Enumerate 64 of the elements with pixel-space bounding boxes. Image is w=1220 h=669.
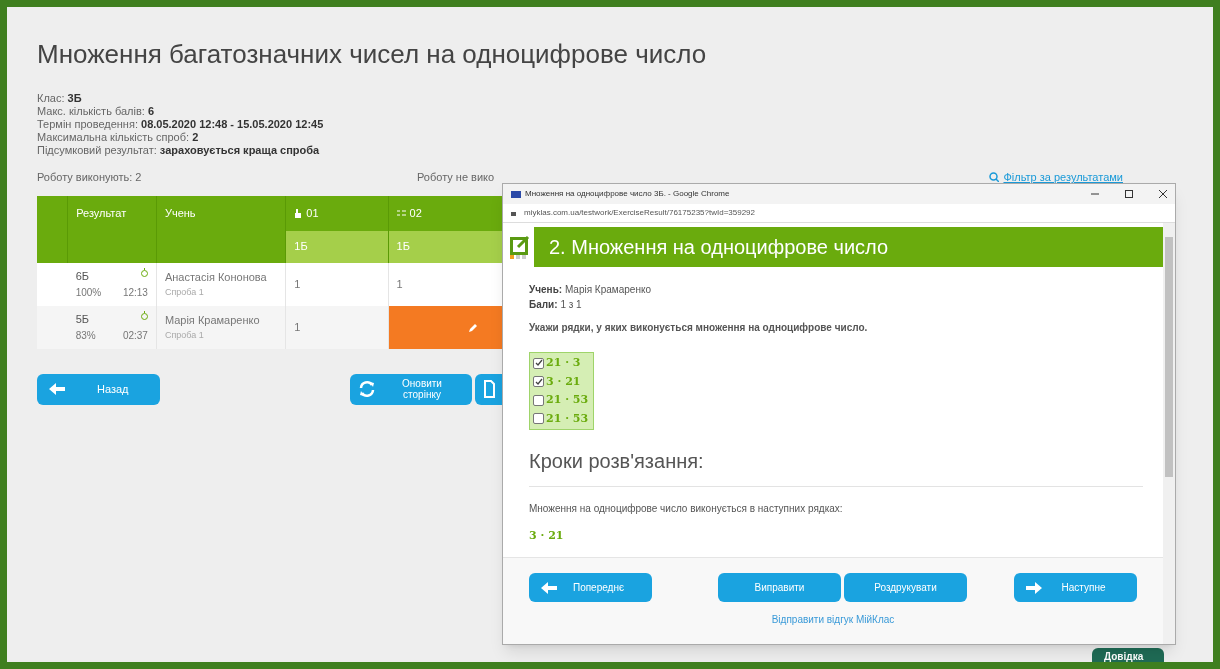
next-button[interactable]: Наступне: [1014, 573, 1137, 602]
checkbox[interactable]: [533, 376, 544, 388]
search-icon: [989, 172, 1000, 183]
points-header: 1Б: [285, 230, 388, 263]
option-label: 21 · 53: [546, 410, 590, 427]
maximize-icon[interactable]: [1125, 190, 1133, 198]
question-text: Укажи рядки, у яких виконується множення на одноцифрове число.: [529, 321, 869, 335]
checkbox[interactable]: [533, 394, 544, 406]
not-working-count: Роботу не вико: [417, 170, 495, 185]
exercise-heading: 2. Множення на одноцифрове число: [534, 227, 1163, 267]
help-badge[interactable]: Довідка: [1092, 648, 1164, 662]
hand-pointer-icon: [294, 209, 303, 219]
attempt-label: Спроба 1: [164, 328, 205, 342]
edit-note-icon: [510, 235, 530, 255]
action-button[interactable]: Виправити: [718, 573, 841, 602]
steps-heading: Кроки розв'язання:: [529, 449, 705, 474]
refresh-icon: [358, 380, 376, 398]
student-name[interactable]: Анастасія Кононова: [164, 269, 278, 286]
info-line: Клас: 3Б: [37, 92, 83, 105]
percent: 83%: [75, 328, 96, 343]
percent: 100%: [75, 285, 102, 300]
table-cell[interactable]: 1: [285, 305, 388, 349]
attempt-label: Спроба 1: [164, 285, 205, 299]
stopwatch-icon: [140, 311, 148, 321]
document-icon: [483, 380, 495, 398]
working-count: Роботу виконують: 2: [37, 170, 143, 185]
column-header: 01: [285, 195, 388, 231]
previous-button[interactable]: Попереднє: [529, 573, 652, 602]
stopwatch-icon: [140, 268, 148, 278]
left-arrow-icon: [541, 581, 557, 594]
option-label: 21 · 53: [546, 392, 590, 408]
checkbox[interactable]: [533, 413, 544, 425]
page-title: Множення багатозначних чисел на одноцифрове число: [37, 38, 708, 71]
info-line: Підсумковий результат: зараховується краща спроба: [37, 144, 321, 157]
left-arrow-icon: [49, 383, 65, 395]
scrollbar[interactable]: [1163, 223, 1175, 644]
pencil-icon: [467, 322, 478, 333]
checklist-icon: [396, 209, 406, 218]
checkbox[interactable]: [533, 357, 544, 369]
time: 02:37: [122, 328, 148, 343]
column-header: Учень: [156, 195, 286, 263]
info-line: Макс. кількість балів: 6: [37, 105, 156, 118]
column-header: Результат: [67, 195, 157, 263]
right-arrow-icon: [1026, 581, 1042, 594]
info-line: Термін проведення: 08.05.2020 12:48 - 15.05.2020 12:45: [37, 118, 325, 131]
action-button[interactable]: Роздрукувати: [844, 573, 967, 602]
back-button[interactable]: Назад: [37, 373, 160, 405]
lock-icon: [511, 210, 516, 216]
filter-link[interactable]: Фільтр за результатами: [989, 169, 1123, 186]
refresh-button[interactable]: Оновити сторінку: [350, 373, 472, 405]
steps-text: Множення на одноцифрове число виконується в наступних рядках:: [529, 502, 844, 516]
student-name[interactable]: Марія Крамаренко: [164, 312, 278, 329]
option-label: 21 · 3: [546, 355, 582, 371]
table-cell[interactable]: 1: [285, 262, 388, 306]
close-icon[interactable]: [1159, 190, 1167, 198]
option-label: 3 · 21: [546, 373, 582, 390]
info-line: Максимальна кількість спроб: 2: [37, 131, 200, 144]
feedback-link[interactable]: Відправити відгук МійКлас: [771, 612, 895, 627]
score: 5Б: [75, 312, 89, 328]
app-icon: [511, 190, 521, 198]
minimize-icon[interactable]: [1091, 190, 1099, 198]
steps-answer: 3 · 21: [529, 528, 565, 544]
time: 12:13: [122, 285, 148, 300]
score: 6Б: [75, 269, 89, 285]
